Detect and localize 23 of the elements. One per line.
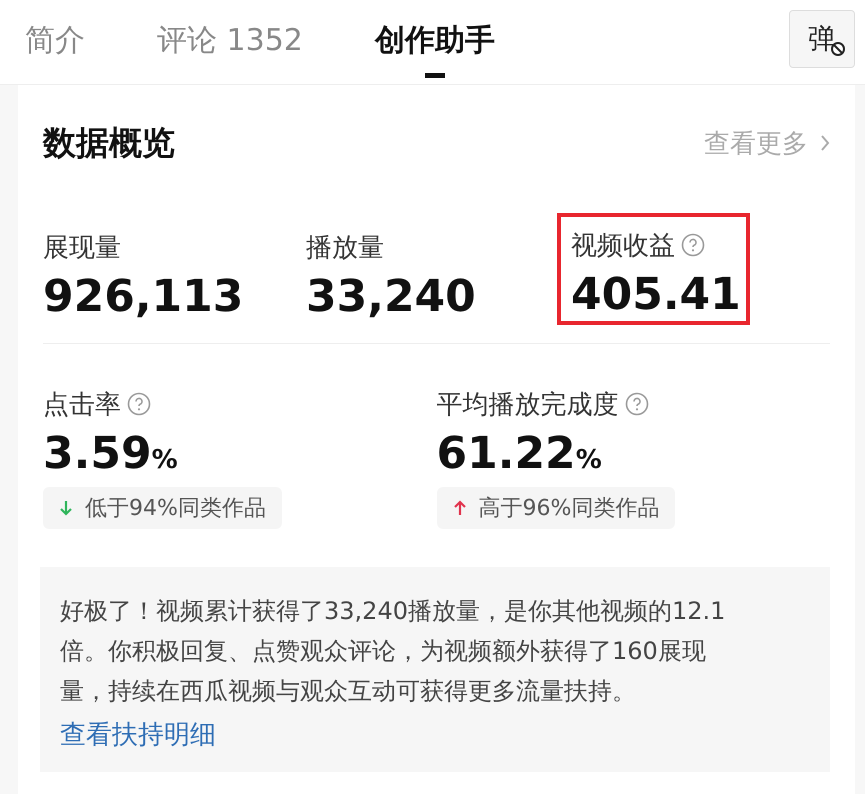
danmaku-toggle-button[interactable]: 弹 (789, 10, 855, 68)
help-icon[interactable] (624, 392, 648, 416)
help-icon[interactable] (681, 233, 705, 257)
metric-label: 点击率 (43, 388, 121, 422)
support-details-link[interactable]: 查看扶持明细 (60, 717, 216, 752)
tab[interactable]: 简介 (25, 0, 85, 78)
metric-label: 播放量 (306, 232, 384, 264)
metric-value: 61.22% (436, 428, 602, 479)
metric-value: 926,113 (43, 271, 244, 322)
metric-label: 视频收益 (571, 230, 675, 262)
metric-value: 33,240 (306, 271, 477, 322)
tab[interactable]: 创作助手 (374, 0, 495, 78)
chevron-right-icon (820, 134, 830, 152)
metric-label: 展现量 (43, 232, 121, 264)
metric-label: 平均播放完成度 (436, 388, 618, 422)
comparison-badge: 低于94%同类作品 (43, 487, 282, 529)
summary-text: 好极了！视频累计获得了33,240播放量，是你其他视频的12.1倍。你积极回复、点赞观众评论，为视频额外获得了160展现量，持续在西瓜视频与观众互动可获得更多流量扶持。 (60, 596, 726, 707)
section-title: 数据概览 (43, 122, 175, 164)
metric-value: 3.59% (43, 428, 178, 479)
tab[interactable]: 评论 1352 (157, 0, 303, 78)
comparison-badge: 高于96%同类作品 (436, 487, 676, 529)
help-icon[interactable] (127, 392, 151, 416)
metric-value: 405.41 (571, 269, 742, 320)
